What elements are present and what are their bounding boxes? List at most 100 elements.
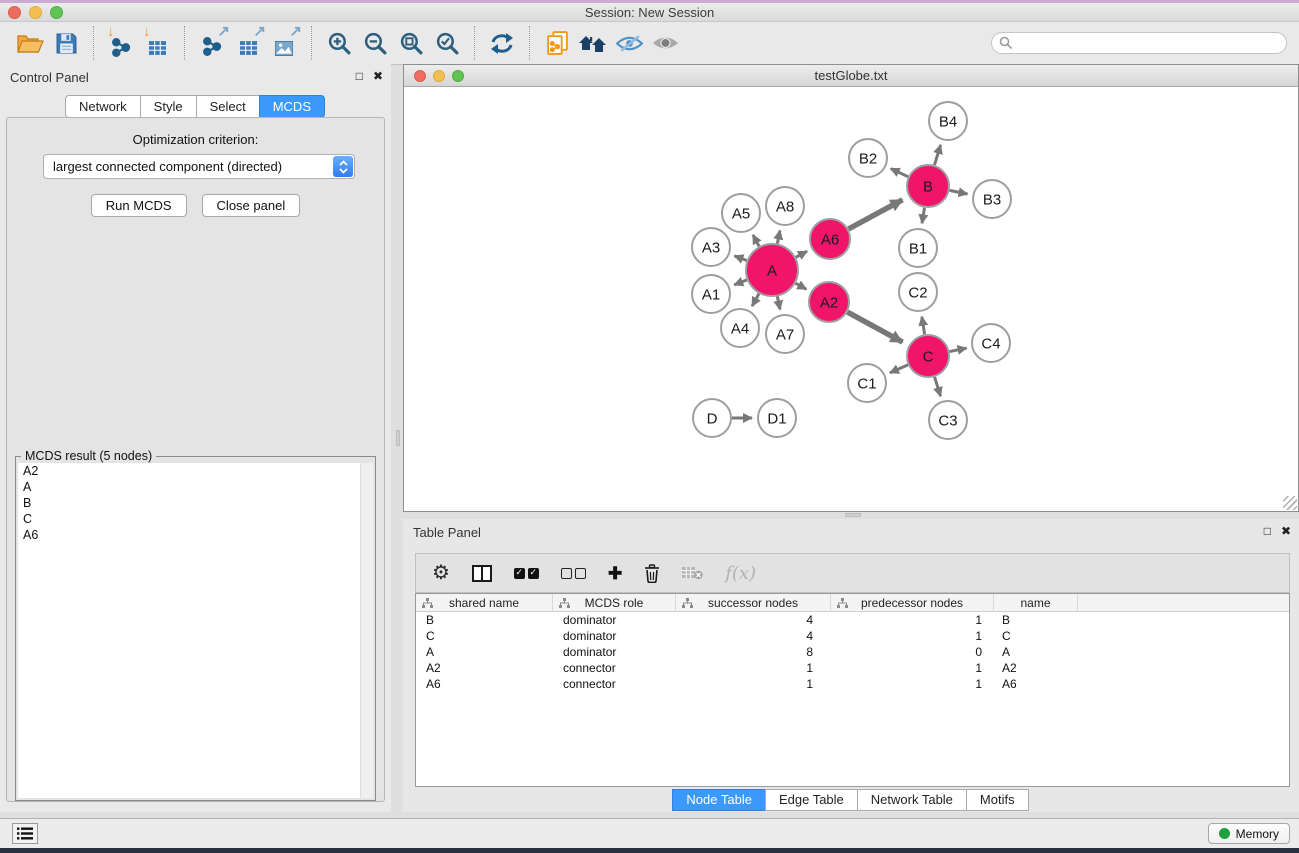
node-A4[interactable]: A4 [721,309,759,347]
node-A7[interactable]: A7 [766,315,804,353]
resize-grip[interactable] [1283,496,1297,510]
node-B2[interactable]: B2 [849,139,887,177]
unselect-all-columns-button[interactable] [561,568,586,579]
edge-A-A3[interactable] [734,256,746,261]
edge-C-C1[interactable] [890,365,908,373]
tab-style[interactable]: Style [140,95,197,118]
edge-A-A5[interactable] [753,235,759,246]
zoom-out-button[interactable] [357,25,393,61]
column-header-shared-name[interactable]: shared name [416,594,553,612]
mcds-result-item[interactable]: B [18,495,373,511]
clone-network-button[interactable] [539,25,575,61]
close-panel-icon[interactable]: ✖ [1281,524,1291,538]
edge-B-B4[interactable] [934,145,940,165]
node-C4[interactable]: C4 [972,324,1010,362]
edge-A-A4[interactable] [752,294,759,306]
edge-C-C4[interactable] [950,348,967,352]
zoom-in-button[interactable] [321,25,357,61]
table-row[interactable]: Bdominator41B [416,612,1289,628]
zoom-fit-button[interactable] [393,25,429,61]
float-panel-icon[interactable]: □ [356,69,363,83]
criterion-dropdown[interactable]: largest connected component (directed) [43,154,355,179]
open-session-button[interactable] [12,25,48,61]
edge-A6-B[interactable] [848,200,902,229]
node-B[interactable]: B [907,165,949,207]
zoom-network-button[interactable] [452,70,464,82]
search-field[interactable] [991,32,1287,54]
zoom-window-button[interactable] [50,6,63,19]
save-session-button[interactable] [48,25,84,61]
search-input[interactable] [1017,36,1279,50]
node-C3[interactable]: C3 [929,401,967,439]
mcds-result-item[interactable]: A2 [18,463,373,479]
float-panel-icon[interactable]: □ [1264,524,1271,538]
nested-networks-button[interactable] [575,25,611,61]
refresh-button[interactable] [484,25,520,61]
edge-B-B2[interactable] [891,169,908,177]
node-A6[interactable]: A6 [810,219,850,259]
edge-B-B1[interactable] [922,208,925,224]
column-header-MCDS-role[interactable]: MCDS role [553,594,676,612]
delete-table-button-disabled[interactable] [682,566,703,580]
import-table-button[interactable]: ↓ [139,25,175,61]
minimize-window-button[interactable] [29,6,42,19]
node-C1[interactable]: C1 [848,364,886,402]
memory-button[interactable]: Memory [1208,823,1290,844]
split-divider-handle[interactable] [845,513,861,517]
tab-edge-table[interactable]: Edge Table [765,789,858,811]
edge-A-A6[interactable] [796,251,807,257]
close-network-button[interactable] [414,70,426,82]
node-C[interactable]: C [907,335,949,377]
close-panel-button[interactable]: Close panel [202,194,301,217]
edge-A-A7[interactable] [777,296,780,309]
column-header-name[interactable]: name [994,594,1078,612]
node-B4[interactable]: B4 [929,102,967,140]
list-scrollbar[interactable] [360,463,373,798]
edge-A-A2[interactable] [796,283,807,289]
close-window-button[interactable] [8,6,21,19]
table-settings-button[interactable]: ⚙ [432,563,450,583]
zoom-selected-button[interactable] [429,25,465,61]
node-A1[interactable]: A1 [692,275,730,313]
edge-A-A1[interactable] [734,280,747,285]
close-panel-icon[interactable]: ✖ [373,69,383,83]
table-row[interactable]: A2connector11A2 [416,660,1289,676]
edge-C-C3[interactable] [935,377,941,396]
run-mcds-button[interactable]: Run MCDS [91,194,187,217]
mcds-result-item[interactable]: A6 [18,527,373,543]
tab-mcds[interactable]: MCDS [259,95,325,118]
node-D1[interactable]: D1 [758,399,796,437]
tab-node-table[interactable]: Node Table [672,789,766,811]
node-A3[interactable]: A3 [692,228,730,266]
minimize-network-button[interactable] [433,70,445,82]
import-network-button[interactable]: ↓ [103,25,139,61]
column-header-predecessor-nodes[interactable]: predecessor nodes [831,594,994,612]
edge-A-A8[interactable] [777,230,780,243]
split-divider-handle[interactable] [396,430,400,446]
tab-select[interactable]: Select [196,95,260,118]
create-column-button[interactable]: ✚ [608,565,622,582]
table-row[interactable]: Adominator80A [416,644,1289,660]
network-canvas[interactable]: B4B2BB3A8A5A6B1A3AC2A1A2A4A7C4CC1DD1C3 [404,88,1298,511]
node-D[interactable]: D [693,399,731,437]
node-B1[interactable]: B1 [899,229,937,267]
tab-network-table[interactable]: Network Table [857,789,967,811]
tab-network[interactable]: Network [65,95,141,118]
function-builder-button-disabled[interactable]: f(x) [725,563,756,584]
export-image-button[interactable]: ↗ [266,25,302,61]
node-A2[interactable]: A2 [809,282,849,322]
select-all-columns-button[interactable] [514,568,539,579]
mcds-result-item[interactable]: C [18,511,373,527]
node-C2[interactable]: C2 [899,273,937,311]
table-row[interactable]: Cdominator41C [416,628,1289,644]
export-table-button[interactable]: ↗ [230,25,266,61]
show-graphics-button[interactable] [647,25,683,61]
node-A8[interactable]: A8 [766,187,804,225]
show-column-button[interactable] [472,565,492,582]
export-network-button[interactable]: ↗ [194,25,230,61]
edge-C-C2[interactable] [922,317,925,335]
delete-column-button[interactable] [644,564,660,583]
node-A5[interactable]: A5 [722,194,760,232]
edge-A2-C[interactable] [847,312,902,342]
mcds-result-item[interactable]: A [18,479,373,495]
